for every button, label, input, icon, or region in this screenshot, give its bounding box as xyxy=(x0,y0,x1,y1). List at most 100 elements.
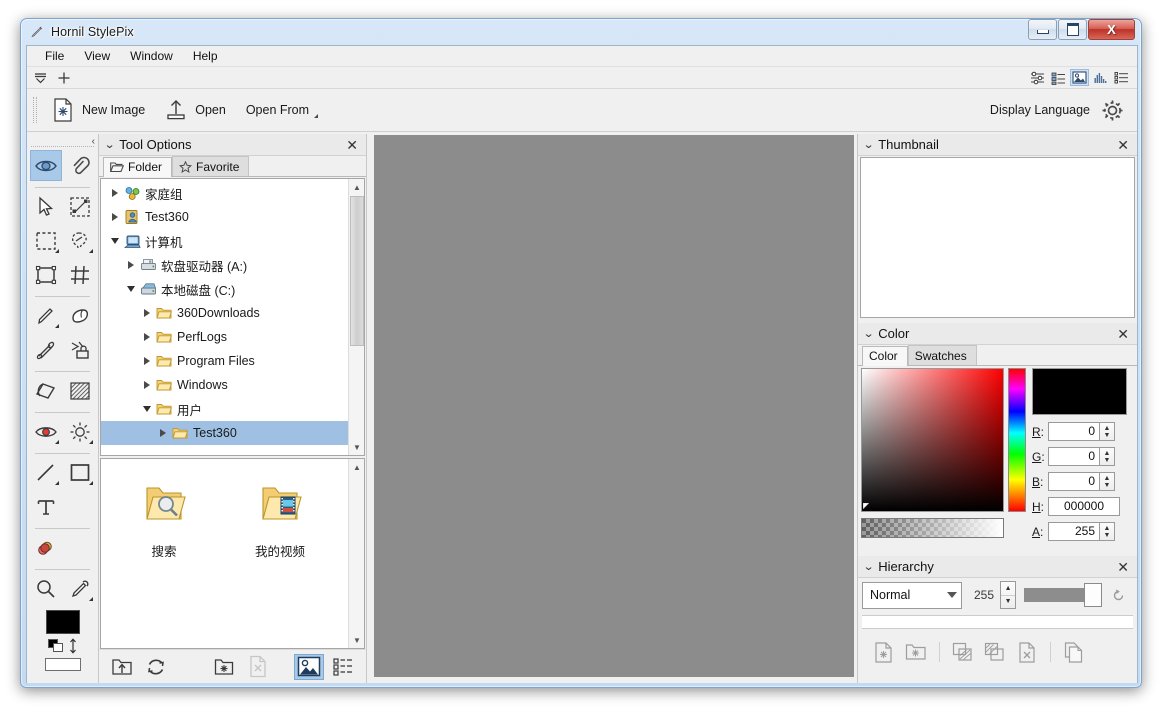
reset-icon[interactable] xyxy=(1112,589,1125,602)
tool-more-icon[interactable] xyxy=(55,249,59,253)
scroll-up-button[interactable]: ▲ xyxy=(349,179,365,195)
spinner-down-icon[interactable]: ▼ xyxy=(1104,457,1111,464)
new-image-button[interactable]: New Image xyxy=(45,93,158,127)
tree-node-user[interactable]: Test360 xyxy=(101,205,348,229)
scroll-up-button[interactable]: ▲ xyxy=(349,459,365,475)
alpha-spinner[interactable]: ▲ ▼ xyxy=(1100,522,1115,541)
tree-expander-right[interactable] xyxy=(139,305,155,321)
foreground-color-swatch[interactable] xyxy=(46,610,80,634)
palette-collapse-icon[interactable]: ‹ xyxy=(92,136,95,147)
open-from-button[interactable]: Open From xyxy=(239,98,322,122)
plus-icon[interactable] xyxy=(54,69,73,86)
tool-more-icon[interactable] xyxy=(55,440,59,444)
histogram-icon[interactable] xyxy=(1091,69,1110,86)
tree-node-floppy[interactable]: 软盘驱动器 (A:) xyxy=(101,253,348,277)
tool-more-icon[interactable] xyxy=(89,249,93,253)
tree-node-perflogs[interactable]: PerfLogs xyxy=(101,325,348,349)
tab-folder[interactable]: Folder xyxy=(103,157,172,177)
opacity-slider[interactable] xyxy=(1024,588,1088,602)
tree-node-users[interactable]: 用户 xyxy=(101,397,348,421)
chevron-down-icon[interactable]: ⌄ xyxy=(863,327,875,340)
chevron-down-icon[interactable]: ⌄ xyxy=(863,560,875,573)
duplicate-layer-button[interactable] xyxy=(981,639,1009,665)
spinner-up-icon[interactable]: ▲ xyxy=(1104,525,1111,532)
thumbnail-panel-icon[interactable] xyxy=(1070,69,1089,86)
tree-node-computer[interactable]: 计算机 xyxy=(101,229,348,253)
spinner-up-icon[interactable]: ▲ xyxy=(1104,475,1111,482)
red-eye-tool[interactable] xyxy=(30,416,62,447)
green-spinner[interactable]: ▲ ▼ xyxy=(1100,447,1115,466)
refresh-button[interactable] xyxy=(141,654,171,680)
tool-more-icon[interactable] xyxy=(89,481,93,485)
tree-expander[interactable] xyxy=(101,179,117,181)
chevron-down-icon[interactable]: ⌄ xyxy=(104,138,116,151)
red-spinner[interactable]: ▲ ▼ xyxy=(1100,422,1115,441)
rectangular-marquee-tool[interactable] xyxy=(30,225,62,256)
saturation-value-picker[interactable] xyxy=(861,368,1004,512)
collapse-chevron-icon[interactable] xyxy=(31,69,50,86)
thumbnail-view-button[interactable] xyxy=(294,654,324,680)
attachment-clip-tool[interactable] xyxy=(64,150,96,181)
tree-expander-down[interactable] xyxy=(139,401,155,417)
scroll-down-button[interactable]: ▼ xyxy=(349,632,365,648)
alpha-slider[interactable] xyxy=(861,518,1004,538)
lasso-select-tool[interactable] xyxy=(64,225,96,256)
text-tool[interactable] xyxy=(30,491,62,522)
spinner-up-icon[interactable]: ▲ xyxy=(1104,425,1111,432)
palette-grip[interactable]: ‹ xyxy=(31,137,94,147)
rectangle-shape-tool[interactable] xyxy=(64,457,96,488)
tree-node-programfiles[interactable]: Program Files xyxy=(101,349,348,373)
swap-colors-icon[interactable] xyxy=(68,638,78,654)
blue-input[interactable]: 0 xyxy=(1048,472,1100,491)
stamp-tool[interactable] xyxy=(64,334,96,365)
new-group-button[interactable] xyxy=(902,639,930,665)
tree-expander-right[interactable] xyxy=(107,185,123,201)
transform-select-tool[interactable] xyxy=(64,191,96,222)
tab-swatches[interactable]: Swatches xyxy=(908,345,977,365)
tree-expander-right[interactable] xyxy=(155,425,171,441)
background-color-swatch[interactable] xyxy=(45,658,81,671)
spinner-down-icon[interactable]: ▼ xyxy=(1104,532,1111,539)
spinner-down-icon[interactable]: ▼ xyxy=(1104,432,1111,439)
color-preview-swatch[interactable] xyxy=(1032,368,1127,415)
gear-icon[interactable] xyxy=(1100,98,1125,123)
tree-expander-down[interactable] xyxy=(107,233,123,249)
eyedropper-tool[interactable] xyxy=(64,573,96,604)
tree-expander-right[interactable] xyxy=(139,353,155,369)
spinner-down-icon[interactable]: ▼ xyxy=(1001,596,1015,609)
tool-more-icon[interactable] xyxy=(55,481,59,485)
green-input[interactable]: 0 xyxy=(1048,447,1100,466)
close-icon[interactable]: ✕ xyxy=(1113,138,1133,152)
spinner-up-icon[interactable]: ▲ xyxy=(1001,582,1015,596)
tree-expander-down[interactable] xyxy=(123,281,139,297)
menu-help[interactable]: Help xyxy=(183,47,228,65)
menu-window[interactable]: Window xyxy=(120,47,183,65)
default-colors-icon[interactable] xyxy=(48,639,65,653)
eraser-tool[interactable] xyxy=(64,300,96,331)
display-language-label[interactable]: Display Language xyxy=(990,103,1090,117)
layer-list[interactable] xyxy=(862,615,1133,629)
close-icon[interactable]: ✕ xyxy=(1113,327,1133,341)
content-scrollbar[interactable]: ▲ ▼ xyxy=(348,459,364,648)
blend-mode-select[interactable]: Normal xyxy=(862,582,962,609)
go-up-button[interactable] xyxy=(107,654,137,680)
close-button[interactable]: X xyxy=(1088,19,1135,40)
tree-expander-right[interactable] xyxy=(107,209,123,225)
close-icon[interactable]: ✕ xyxy=(1113,560,1133,574)
scrollbar-thumb[interactable] xyxy=(350,196,364,346)
new-folder-button[interactable] xyxy=(209,654,239,680)
minimize-button[interactable] xyxy=(1028,19,1057,40)
tree-node-homegroup[interactable]: 家庭组 xyxy=(101,181,348,205)
maximize-button[interactable] xyxy=(1058,19,1087,40)
grid-slice-tool[interactable] xyxy=(64,259,96,290)
opacity-spinner[interactable]: ▲ ▼ xyxy=(1000,581,1016,609)
tree-node-test360-selected[interactable]: Test360 xyxy=(101,421,348,445)
line-tool[interactable] xyxy=(30,457,62,488)
tab-color[interactable]: Color xyxy=(862,346,908,366)
slider-knob[interactable] xyxy=(1084,583,1102,607)
delete-layer-button[interactable] xyxy=(1013,639,1041,665)
layers-list-icon[interactable] xyxy=(1049,69,1068,86)
chevron-down-icon[interactable]: ⌄ xyxy=(863,138,875,151)
tool-more-icon[interactable] xyxy=(89,597,93,601)
zoom-magnifier-tool[interactable] xyxy=(30,573,62,604)
